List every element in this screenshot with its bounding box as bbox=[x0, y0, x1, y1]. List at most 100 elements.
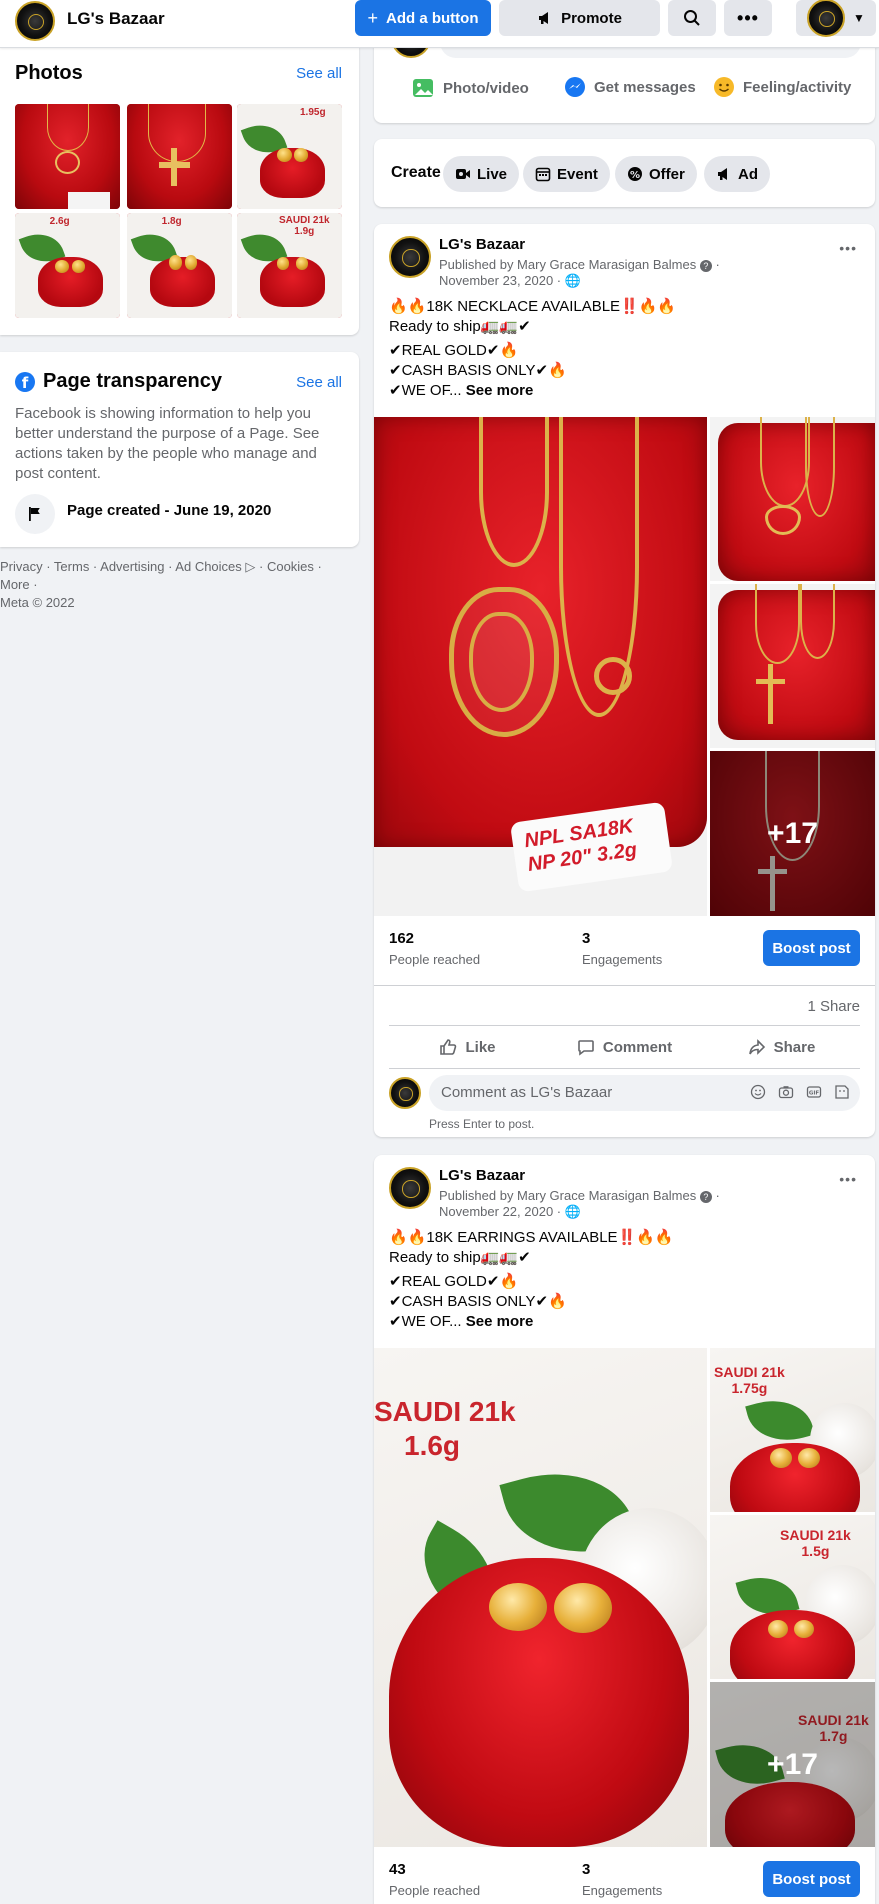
engagements-count: 3 bbox=[582, 1861, 591, 1878]
create-label: Create bbox=[391, 164, 441, 181]
photo-thumbnail[interactable]: 1.8g bbox=[127, 213, 232, 318]
photo-thumbnail[interactable] bbox=[15, 104, 120, 209]
account-switcher[interactable]: ▼ bbox=[796, 0, 876, 37]
post-author-name[interactable]: LG's Bazaar bbox=[439, 1167, 525, 1184]
post-side-photo[interactable] bbox=[710, 584, 875, 748]
comment-button[interactable]: Comment bbox=[546, 1026, 703, 1068]
photos-see-all-link[interactable]: See all bbox=[296, 65, 342, 82]
post-side-photo[interactable]: SAUDI 21k 1.75g bbox=[710, 1348, 875, 1512]
post-options-icon[interactable]: ••• bbox=[839, 1171, 857, 1187]
top-bar: LG's Bazaar + Add a button Promote ••• ▼ bbox=[0, 0, 879, 48]
post-side-photo[interactable] bbox=[710, 417, 875, 581]
photo-video-button[interactable]: Photo/video bbox=[411, 76, 529, 100]
comment-input[interactable]: Comment as LG's Bazaar GIF bbox=[429, 1075, 860, 1111]
transparency-see-all-link[interactable]: See all bbox=[296, 374, 342, 391]
post-main-photo[interactable]: NPL SA18K NP 20" 3.2g bbox=[374, 417, 707, 916]
create-event-chip[interactable]: Event bbox=[523, 156, 610, 192]
photo-thumbnail[interactable] bbox=[127, 104, 232, 209]
copyright: Meta © 2022 bbox=[0, 595, 75, 610]
search-button[interactable] bbox=[668, 0, 716, 36]
promote-label: Promote bbox=[561, 9, 622, 27]
people-reached-label: People reached bbox=[389, 952, 481, 967]
post-text: 🔥🔥18K NECKLACE AVAILABLE‼️🔥🔥 Ready to sh… bbox=[389, 298, 677, 399]
engagements-label: Engagements bbox=[582, 1883, 663, 1898]
post-date[interactable]: November 23, 2020 bbox=[439, 273, 553, 288]
photo-icon bbox=[413, 79, 433, 97]
post-side-photo[interactable]: SAUDI 21k 1.5g bbox=[710, 1515, 875, 1679]
comment-icon bbox=[578, 1040, 594, 1056]
post-actions: Like Comment Share bbox=[389, 1025, 860, 1069]
post-insights: 162 People reached 3 Engagements Boost p… bbox=[374, 916, 875, 986]
more-options-button[interactable]: ••• bbox=[724, 0, 772, 36]
engagements-label: Engagements bbox=[582, 952, 663, 967]
see-more-link[interactable]: See more bbox=[466, 1313, 534, 1330]
more-photos-tile[interactable]: +17 bbox=[710, 751, 875, 916]
like-icon bbox=[440, 1039, 457, 1055]
post-photo-gallery: SAUDI 21k 1.6g SAUDI 21k 1.75g SAUDI 21k… bbox=[374, 1348, 875, 1847]
photo-thumbnail[interactable]: 1.95g bbox=[237, 104, 342, 209]
flag-icon bbox=[15, 494, 55, 534]
post-meta: Published by Mary Grace Marasigan Balmes… bbox=[439, 257, 720, 288]
share-count[interactable]: 1 Share bbox=[807, 998, 860, 1015]
boost-post-button[interactable]: Boost post bbox=[763, 1861, 860, 1897]
people-reached-label: People reached bbox=[389, 1883, 481, 1898]
engagements-count: 3 bbox=[582, 930, 591, 947]
post-options-icon[interactable]: ••• bbox=[839, 240, 857, 256]
megaphone-icon bbox=[718, 168, 727, 180]
get-messages-button[interactable]: Get messages bbox=[564, 76, 696, 98]
plus-icon: + bbox=[367, 7, 379, 28]
people-reached-count: 162 bbox=[389, 930, 415, 947]
post-author-avatar[interactable] bbox=[389, 236, 431, 278]
see-more-link[interactable]: See more bbox=[466, 382, 534, 399]
page-transparency-card: f Page transparency See all Facebook is … bbox=[0, 352, 359, 547]
search-icon bbox=[684, 10, 700, 26]
page-avatar[interactable] bbox=[15, 1, 55, 41]
post-author-name[interactable]: LG's Bazaar bbox=[439, 236, 525, 253]
calendar-icon bbox=[535, 167, 551, 182]
like-button[interactable]: Like bbox=[389, 1026, 546, 1068]
emoji-icon[interactable] bbox=[750, 1084, 766, 1100]
add-a-button-button[interactable]: + Add a button bbox=[355, 0, 491, 36]
create-offer-chip[interactable]: % Offer bbox=[615, 156, 697, 192]
post-insights: 43 People reached 3 Engagements Boost po… bbox=[374, 1847, 875, 1904]
share-icon bbox=[748, 1039, 765, 1055]
create-ad-chip[interactable]: Ad bbox=[704, 156, 770, 192]
page-transparency-title: Page transparency bbox=[43, 370, 222, 392]
post-date[interactable]: November 22, 2020 bbox=[439, 1204, 553, 1219]
page-created-date: Page created - June 19, 2020 bbox=[67, 502, 272, 519]
facebook-icon: f bbox=[15, 372, 35, 392]
people-reached-count: 43 bbox=[389, 1861, 406, 1878]
add-button-label: Add a button bbox=[386, 9, 479, 27]
create-live-chip[interactable]: Live bbox=[443, 156, 520, 192]
post-meta: Published by Mary Grace Marasigan Balmes… bbox=[439, 1188, 720, 1219]
photo-thumbnail[interactable]: 2.6g bbox=[15, 213, 120, 318]
boost-post-button[interactable]: Boost post bbox=[763, 930, 860, 966]
more-photos-tile[interactable]: SAUDI 21k 1.7g +17 bbox=[710, 1682, 875, 1847]
help-icon: ? bbox=[699, 260, 712, 272]
smiley-icon bbox=[714, 77, 734, 97]
post-card: LG's Bazaar Published by Mary Grace Mara… bbox=[374, 1155, 875, 1904]
messenger-icon bbox=[565, 77, 585, 97]
post-main-photo[interactable]: SAUDI 21k 1.6g bbox=[374, 1348, 707, 1847]
feeling-activity-button[interactable]: Feeling/activity bbox=[713, 76, 851, 98]
share-button[interactable]: Share bbox=[703, 1026, 860, 1068]
photo-thumbnail[interactable]: SAUDI 21k 1.9g bbox=[237, 213, 342, 318]
caret-down-icon: ▼ bbox=[853, 11, 865, 25]
svg-text:GIF: GIF bbox=[809, 1091, 820, 1097]
offer-tag-icon: % bbox=[628, 167, 642, 181]
sticker-icon[interactable] bbox=[834, 1084, 850, 1100]
post-card: LG's Bazaar Published by Mary Grace Mara… bbox=[374, 224, 875, 1137]
live-video-icon bbox=[456, 169, 470, 179]
photos-card: Photos See all 1.95g 2.6g 1.8g SAUDI 21k… bbox=[0, 40, 359, 335]
camera-icon[interactable] bbox=[778, 1084, 794, 1100]
post-author-avatar[interactable] bbox=[389, 1167, 431, 1209]
page-name[interactable]: LG's Bazaar bbox=[67, 9, 165, 29]
globe-icon: 🌐 bbox=[564, 273, 581, 288]
footer-links[interactable]: Privacy · Terms · Advertising · Ad Choic… bbox=[0, 558, 355, 612]
svg-text:%: % bbox=[630, 170, 640, 181]
commenter-avatar bbox=[389, 1077, 421, 1109]
gif-icon[interactable]: GIF bbox=[806, 1084, 822, 1100]
help-icon: ? bbox=[699, 1191, 712, 1203]
promote-button[interactable]: Promote bbox=[499, 0, 660, 36]
account-avatar bbox=[807, 0, 846, 37]
